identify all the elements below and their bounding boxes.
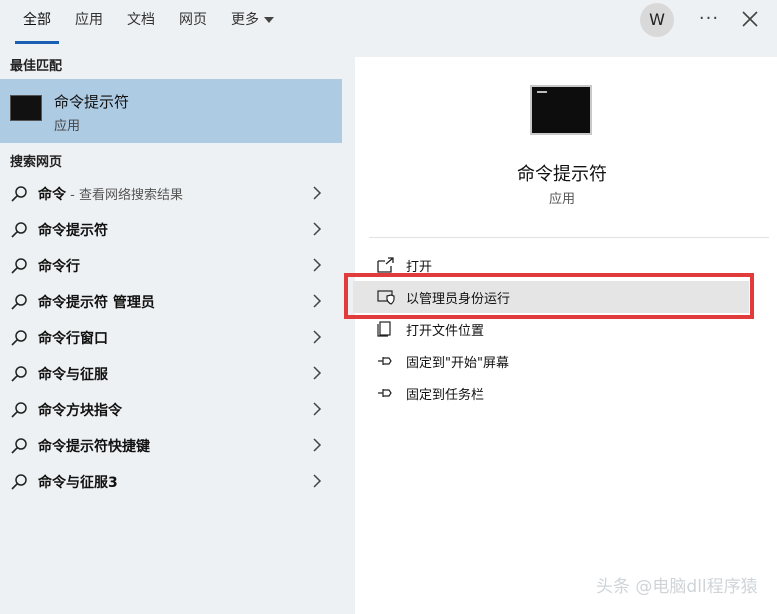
tab-documents[interactable]: 文档 — [127, 0, 155, 46]
close-icon[interactable] — [739, 6, 761, 32]
detail-pane: 命令提示符 应用 打开 以管理员身份运行 打开文件位置 固定到"开始"屏幕 固定… — [353, 57, 777, 614]
web-search-item[interactable]: 命令与征服 — [0, 355, 342, 391]
web-search-item-label: 命令 - 查看网络搜索结果 — [38, 187, 183, 203]
tab-all[interactable]: 全部 — [15, 0, 59, 46]
search-icon — [11, 474, 27, 490]
web-search-item-label: 命令行窗口 — [38, 331, 108, 347]
search-icon — [11, 366, 27, 382]
web-search-item[interactable]: 命令提示符快捷键 — [0, 427, 342, 463]
action-pin-to-taskbar-label: 固定到任务栏 — [406, 388, 485, 403]
search-icon — [11, 294, 27, 310]
search-tab-bar: 全部 应用 文档 网页 更多 W ··· — [0, 0, 777, 46]
chevron-right-icon[interactable] — [312, 294, 322, 308]
web-search-item[interactable]: 命令 - 查看网络搜索结果 — [0, 175, 342, 211]
more-options-icon[interactable]: ··· — [698, 4, 720, 34]
detail-subtitle: 应用 — [548, 192, 575, 207]
search-icon — [11, 186, 27, 202]
tab-more[interactable]: 更多 — [231, 0, 274, 46]
search-icon — [11, 402, 27, 418]
web-search-item-label: 命令方块指令 — [38, 403, 122, 419]
web-search-item[interactable]: 命令提示符 管理员 — [0, 283, 342, 319]
annotation-highlight-box — [344, 273, 754, 319]
chevron-right-icon[interactable] — [312, 330, 322, 344]
pin-icon — [378, 357, 392, 365]
results-list: 最佳匹配 命令提示符 应用 搜索网页 命令 - 查看网络搜索结果 命令提示符 命令行… — [0, 46, 342, 614]
web-search-item[interactable]: 命令行窗口 — [0, 319, 342, 355]
chevron-down-icon — [264, 17, 274, 23]
search-icon — [11, 222, 27, 238]
web-search-heading: 搜索网页 — [10, 155, 63, 170]
search-icon — [11, 438, 27, 454]
chevron-right-icon[interactable] — [312, 366, 322, 380]
best-match-item[interactable]: 命令提示符 应用 — [0, 79, 342, 143]
chevron-right-icon[interactable] — [312, 258, 322, 272]
tab-more-label: 更多 — [231, 12, 259, 28]
watermark: 头条 @电脑dll程序猿 — [596, 577, 758, 597]
action-pin-to-taskbar[interactable]: 固定到任务栏 — [355, 377, 777, 409]
action-open-file-location-label: 打开文件位置 — [406, 324, 485, 339]
action-pin-to-start[interactable]: 固定到"开始"屏幕 — [355, 345, 777, 377]
web-search-item[interactable]: 命令行 — [0, 247, 342, 283]
web-search-item-label: 命令与征服 — [38, 367, 108, 383]
open-icon — [377, 257, 394, 273]
web-search-item-label: 命令提示符快捷键 — [38, 439, 150, 455]
web-search-item[interactable]: 命令提示符 — [0, 211, 342, 247]
tab-web[interactable]: 网页 — [179, 0, 207, 46]
web-search-item[interactable]: 命令与征服3 — [0, 463, 342, 499]
chevron-right-icon[interactable] — [312, 186, 322, 200]
pin-icon — [378, 389, 392, 397]
web-search-item-label: 命令与征服3 — [38, 475, 118, 491]
chevron-right-icon[interactable] — [312, 222, 322, 236]
web-search-item-label: 命令提示符 — [38, 223, 108, 239]
best-match-name: 命令提示符 — [54, 93, 130, 111]
tab-apps[interactable]: 应用 — [75, 0, 103, 46]
cmd-app-icon — [10, 95, 42, 121]
file-location-icon — [377, 321, 391, 337]
chevron-right-icon[interactable] — [312, 438, 322, 452]
web-search-item[interactable]: 命令方块指令 — [0, 391, 342, 427]
best-match-type: 应用 — [54, 119, 81, 134]
search-icon — [11, 330, 27, 346]
user-avatar[interactable]: W — [640, 3, 674, 37]
chevron-right-icon[interactable] — [312, 402, 322, 416]
chevron-right-icon[interactable] — [312, 474, 322, 488]
web-search-item-label: 命令提示符 管理员 — [38, 295, 155, 311]
web-search-item-suffix: - 查看网络搜索结果 — [66, 188, 183, 203]
search-icon — [11, 258, 27, 274]
best-match-heading: 最佳匹配 — [10, 59, 63, 74]
web-search-item-label: 命令行 — [38, 259, 80, 275]
action-pin-to-start-label: 固定到"开始"屏幕 — [406, 356, 509, 371]
detail-title: 命令提示符 — [517, 164, 607, 185]
divider — [369, 237, 769, 238]
cmd-large-icon — [530, 85, 592, 135]
